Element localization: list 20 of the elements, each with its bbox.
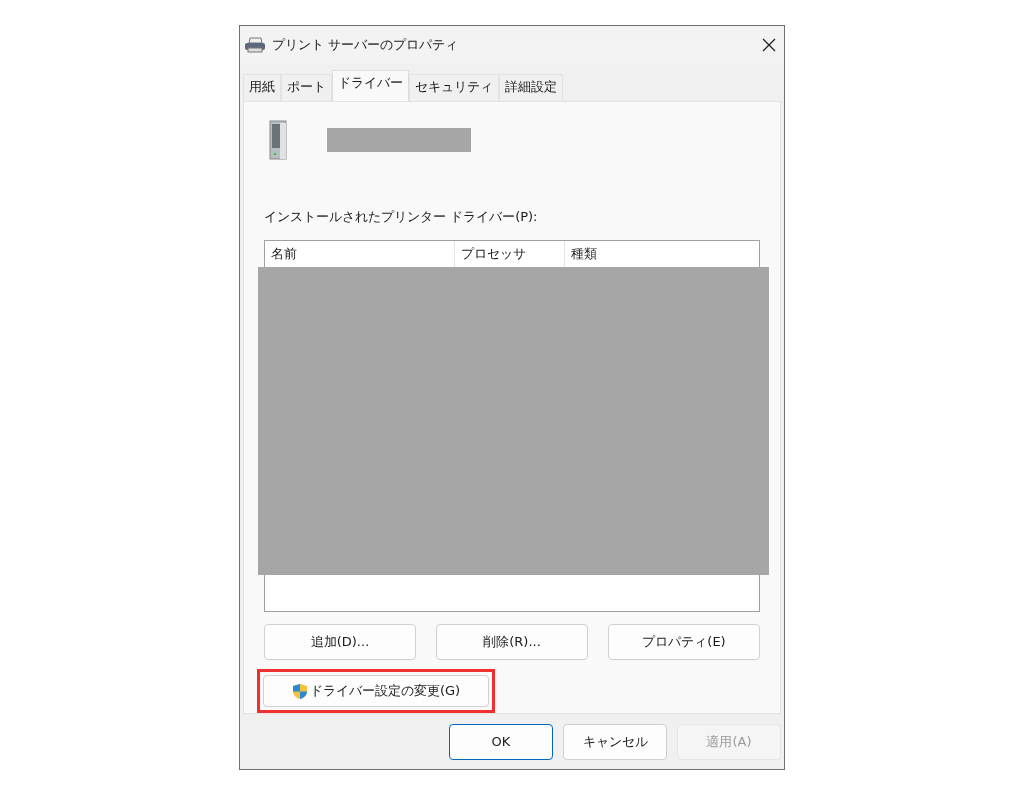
- window-title: プリント サーバーのプロパティ: [272, 36, 460, 54]
- change-driver-settings-button[interactable]: ドライバー設定の変更(G): [263, 675, 489, 707]
- list-action-button[interactable]: 追加(D)...: [264, 624, 416, 660]
- tab[interactable]: 詳細設定: [499, 74, 563, 101]
- column-header[interactable]: プロセッサ: [455, 240, 565, 267]
- dialog-button[interactable]: OK: [449, 723, 553, 760]
- list-action-button[interactable]: プロパティ(E): [608, 624, 760, 660]
- column-header[interactable]: 名前: [265, 240, 455, 267]
- printer-icon: [244, 37, 266, 53]
- tab[interactable]: ドライバー: [332, 70, 409, 101]
- tab[interactable]: 用紙: [243, 74, 281, 101]
- tab[interactable]: セキュリティ: [409, 74, 499, 101]
- list-action-button[interactable]: 削除(R)...: [436, 624, 588, 660]
- close-icon[interactable]: [762, 38, 776, 52]
- column-header[interactable]: 種類: [565, 240, 759, 267]
- dialog-button[interactable]: キャンセル: [563, 723, 667, 760]
- list-label: インストールされたプリンター ドライバー(P):: [264, 207, 539, 226]
- shield-icon: [291, 682, 308, 700]
- tab[interactable]: ポート: [281, 74, 332, 101]
- server-icon: [269, 119, 287, 160]
